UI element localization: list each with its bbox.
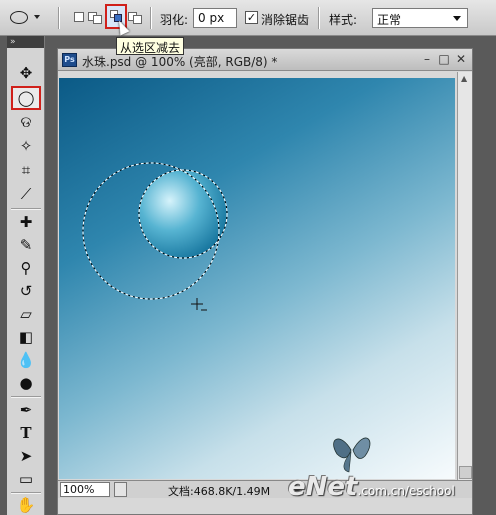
- style-select[interactable]: 正常: [372, 8, 468, 28]
- ellipse-icon: [10, 11, 28, 24]
- tooltip: 从选区减去: [116, 37, 185, 55]
- butterfly-icon: [333, 437, 371, 473]
- separator: [58, 7, 60, 29]
- document-canvas[interactable]: [59, 78, 455, 479]
- document-window: Ps 水珠.psd @ 100% (亮部, RGB/8) * – □ ✕ ▲ 1…: [57, 48, 473, 515]
- elliptical-marquee-tool-icon[interactable]: ◯: [11, 86, 41, 110]
- healing-brush-tool-icon[interactable]: ✚: [11, 210, 41, 234]
- close-icon[interactable]: ✕: [454, 53, 468, 67]
- rectangle-tool-icon[interactable]: ▭: [11, 467, 41, 491]
- status-menu-button[interactable]: [114, 482, 127, 497]
- magic-wand-tool-icon[interactable]: ✧: [11, 134, 41, 158]
- photoshop-icon: Ps: [62, 53, 77, 67]
- chevron-down-icon: [34, 15, 40, 19]
- window-controls: – □ ✕: [417, 52, 468, 67]
- antialias-label: 消除锯齿: [261, 13, 310, 27]
- feather-input[interactable]: 0 px: [193, 8, 237, 28]
- lasso-tool-icon[interactable]: ଡ: [11, 110, 41, 134]
- pen-tool-icon[interactable]: ✒: [11, 398, 41, 422]
- toolbox: » ✥ ◯ ଡ ✧ ⌗ ⟋ ✚ ✎ ⚲ ↺ ▱ ◧ 💧 ● ✒ T ➤ ▭ ✋: [7, 36, 45, 515]
- eyedropper-tool-icon[interactable]: ⟋: [11, 182, 41, 206]
- brush-tool-icon[interactable]: ✎: [11, 233, 41, 257]
- path-selection-tool-icon[interactable]: ➤: [11, 444, 41, 468]
- eraser-tool-icon[interactable]: ▱: [11, 302, 41, 326]
- intersect-selection-button[interactable]: [128, 10, 143, 25]
- canvas-artwork: [82, 162, 371, 473]
- new-selection-button[interactable]: [72, 10, 87, 25]
- maximize-icon[interactable]: □: [437, 53, 451, 67]
- chevron-down-icon: [453, 16, 461, 21]
- enet-watermark: eNet.com.cn/eschool: [288, 472, 455, 502]
- enet-url: .com.cn/eschool: [357, 484, 455, 498]
- options-bar: 羽化: 0 px ✓ 消除锯齿 样式: 正常: [0, 0, 496, 36]
- document-size-info: 文档:468.8K/1.49M: [168, 485, 271, 498]
- vertical-scrollbar[interactable]: ▲: [457, 72, 472, 481]
- minimize-icon[interactable]: –: [420, 53, 434, 67]
- resize-grip-icon[interactable]: [459, 466, 472, 479]
- hand-tool-icon[interactable]: ✋: [11, 493, 41, 515]
- history-brush-tool-icon[interactable]: ↺: [11, 279, 41, 303]
- separator: [150, 7, 152, 29]
- type-tool-icon[interactable]: T: [11, 421, 41, 445]
- clone-stamp-tool-icon[interactable]: ⚲: [11, 256, 41, 280]
- crosshair-cursor-icon: [191, 298, 207, 311]
- crop-tool-icon[interactable]: ⌗: [11, 158, 41, 182]
- dodge-tool-icon[interactable]: ●: [11, 371, 41, 395]
- blur-tool-icon[interactable]: 💧: [11, 348, 41, 372]
- separator: [318, 7, 320, 29]
- scroll-up-icon[interactable]: ▲: [461, 74, 469, 84]
- gradient-tool-icon[interactable]: ◧: [11, 325, 41, 349]
- style-select-value: 正常: [377, 13, 402, 27]
- style-label: 样式:: [329, 13, 358, 27]
- zoom-field[interactable]: 100%: [60, 482, 110, 497]
- collapse-icon: »: [10, 37, 16, 47]
- feather-label: 羽化:: [160, 13, 189, 27]
- antialias-checkbox[interactable]: ✓: [245, 11, 258, 24]
- move-tool-icon[interactable]: ✥: [11, 61, 41, 85]
- toolbox-header[interactable]: »: [7, 36, 44, 48]
- enet-logo: eNet: [288, 472, 358, 502]
- add-to-selection-button[interactable]: [88, 10, 103, 25]
- tool-preset-picker[interactable]: [8, 8, 44, 28]
